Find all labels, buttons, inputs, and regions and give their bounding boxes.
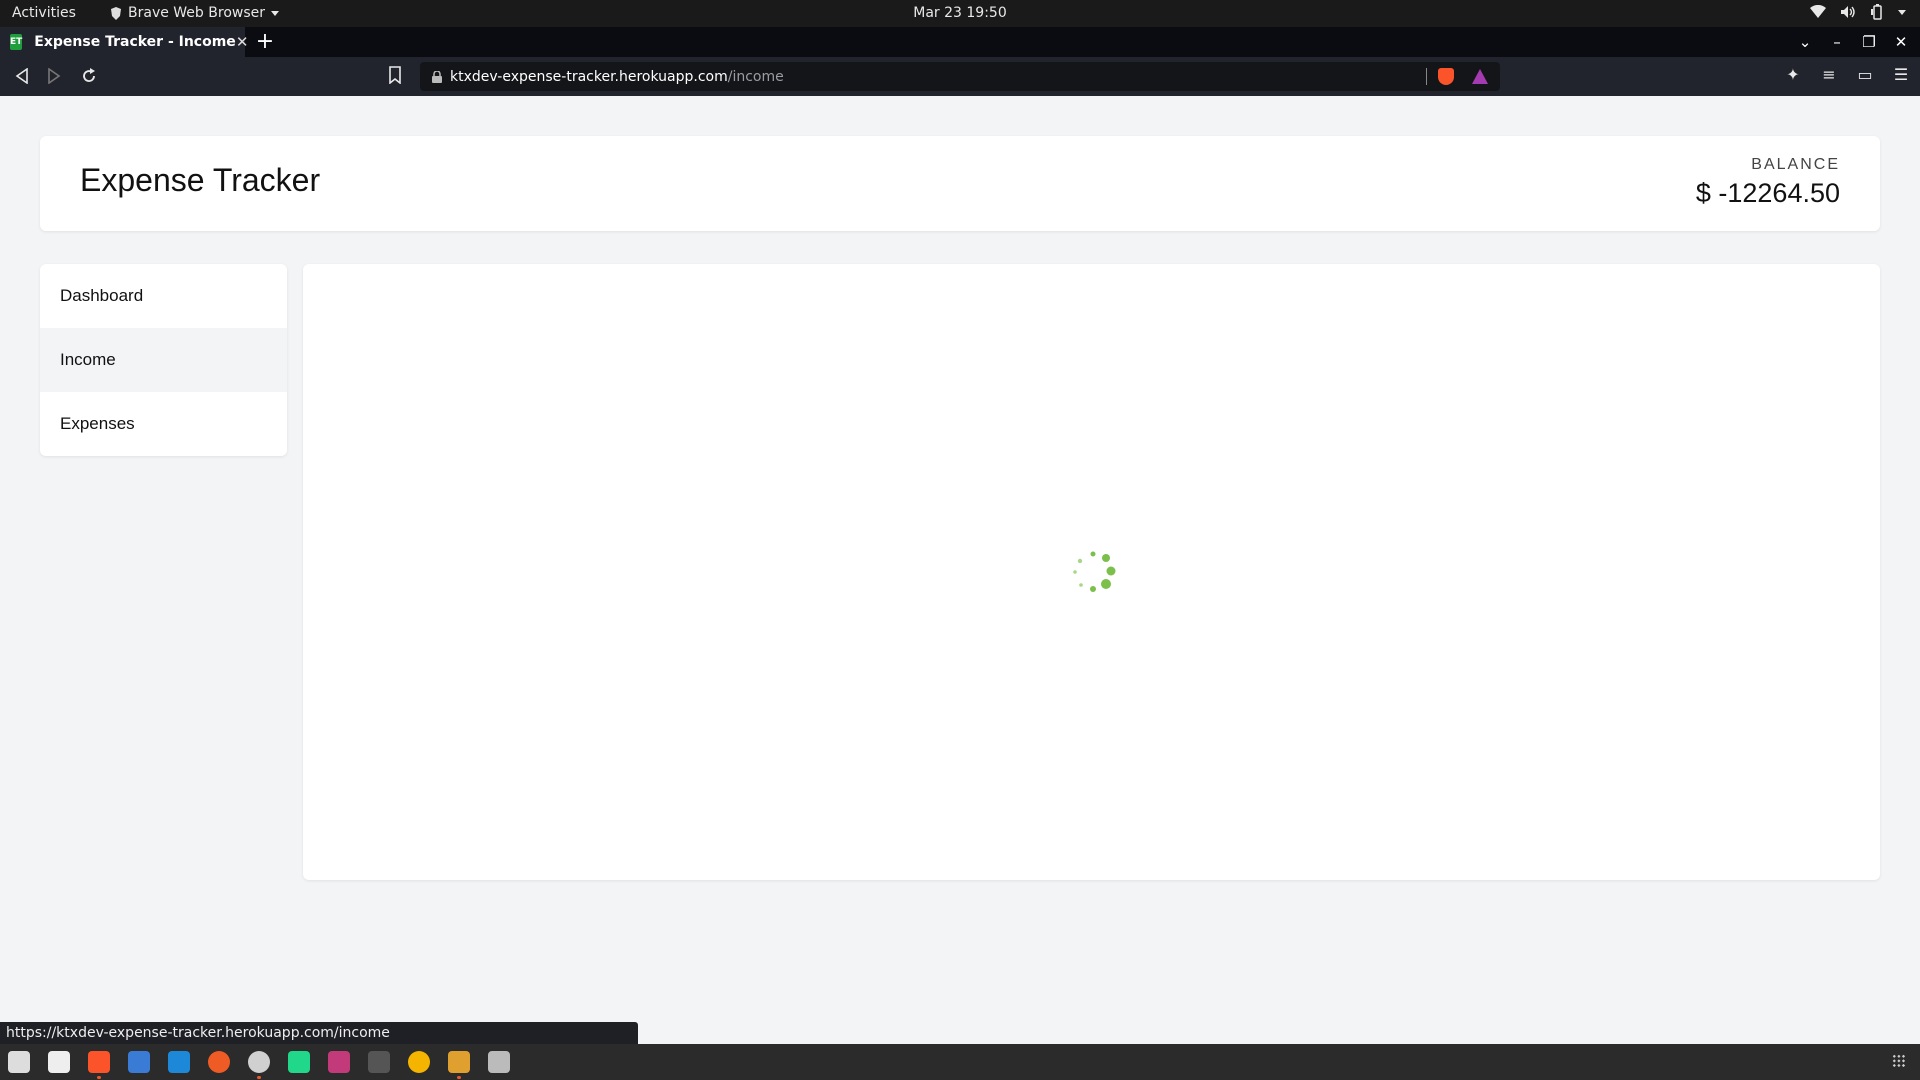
insomnia-icon[interactable]	[448, 1051, 470, 1079]
restore-icon[interactable]: ❐	[1860, 33, 1878, 51]
brave-icon[interactable]	[88, 1051, 110, 1079]
thunderbird-icon[interactable]	[128, 1051, 150, 1073]
vscode-icon[interactable]	[168, 1051, 190, 1073]
volume-icon	[1841, 6, 1855, 18]
extensions-icon[interactable]: ✦	[1784, 65, 1802, 84]
balance-value: $ -12264.50	[1695, 178, 1840, 208]
battery-icon	[1871, 4, 1882, 20]
status-bar-url: https://ktxdev-expense-tracker.herokuapp…	[0, 1022, 638, 1044]
text-editor-icon[interactable]	[488, 1051, 510, 1073]
postman-icon[interactable]	[208, 1051, 230, 1073]
url-host: ktxdev-expense-tracker.herokuapp.com	[450, 68, 728, 85]
intellij-icon[interactable]	[328, 1051, 350, 1073]
chrome-icon[interactable]	[408, 1051, 430, 1073]
system-menu-chevron-icon	[1898, 9, 1906, 15]
forward-icon[interactable]	[43, 68, 65, 84]
clock[interactable]: Mar 23 19:50	[913, 5, 1006, 21]
wifi-icon	[1810, 5, 1826, 18]
main-content-panel	[303, 264, 1880, 880]
app-menu-label: Brave Web Browser	[128, 5, 265, 21]
downloads-icon[interactable]	[48, 1051, 70, 1073]
balance-label: BALANCE	[1751, 156, 1840, 173]
tab-search-chevron-icon[interactable]: ⌄	[1796, 33, 1814, 51]
loading-spinner-icon	[1073, 551, 1116, 592]
new-tab-button[interactable]: +	[252, 29, 278, 54]
bookmark-icon[interactable]	[388, 66, 402, 84]
app-header: Expense Tracker BALANCE $ -12264.50	[40, 136, 1880, 231]
sidebar-nav: Dashboard Income Expenses	[40, 264, 287, 456]
sidebar-item-dashboard[interactable]: Dashboard	[40, 264, 287, 328]
favicon-icon: ET	[10, 34, 23, 50]
playlist-icon[interactable]: ≡	[1820, 65, 1838, 84]
obs-icon[interactable]	[248, 1051, 270, 1079]
app-menu[interactable]: Brave Web Browser	[110, 5, 279, 21]
taskbar	[0, 1044, 1920, 1080]
tab-expense-tracker[interactable]: ET Expense Tracker - Income ✕	[0, 27, 248, 57]
back-icon[interactable]	[11, 68, 33, 84]
brave-shield-icon	[111, 6, 121, 20]
sidebar-item-expenses[interactable]: Expenses	[40, 392, 287, 456]
tab-title: Expense Tracker - Income	[34, 34, 236, 50]
activities-button[interactable]: Activities	[12, 5, 76, 21]
page-title: Expense Tracker	[80, 162, 321, 198]
browser-toolbar: ktxdev-expense-tracker.herokuapp.com/inc…	[0, 57, 1920, 96]
system-tray[interactable]	[1810, 4, 1906, 20]
url-divider	[1426, 68, 1427, 85]
pycharm-icon[interactable]	[288, 1051, 310, 1073]
page-viewport: Expense Tracker BALANCE $ -12264.50 Dash…	[0, 96, 1920, 1044]
lock-icon	[432, 70, 442, 83]
brave-shields-icon[interactable]	[1438, 68, 1454, 85]
menu-icon[interactable]: ☰	[1892, 65, 1910, 84]
chevron-down-icon	[271, 10, 279, 16]
files-icon[interactable]	[8, 1051, 30, 1073]
show-apps-icon[interactable]	[1892, 1054, 1906, 1068]
url-path: /income	[727, 68, 784, 85]
window-controls: ⌄ – ❐ ✕	[1796, 27, 1920, 57]
sidebar-item-income[interactable]: Income	[40, 328, 287, 392]
close-tab-icon[interactable]: ✕	[236, 33, 249, 51]
terminal-icon[interactable]	[368, 1051, 390, 1073]
system-top-bar: Activities Brave Web Browser Mar 23 19:5…	[0, 0, 1920, 27]
reload-icon[interactable]	[78, 68, 100, 84]
tab-strip: ET Expense Tracker - Income ✕ + ⌄ – ❐ ✕	[0, 27, 1920, 57]
close-window-icon[interactable]: ✕	[1892, 33, 1910, 51]
wallet-icon[interactable]: ▭	[1856, 65, 1874, 84]
minimize-icon[interactable]: –	[1828, 33, 1846, 51]
toolbar-actions: ✦ ≡ ▭ ☰	[1784, 65, 1910, 84]
address-bar[interactable]: ktxdev-expense-tracker.herokuapp.com/inc…	[420, 62, 1500, 91]
brave-rewards-icon[interactable]	[1472, 69, 1488, 84]
